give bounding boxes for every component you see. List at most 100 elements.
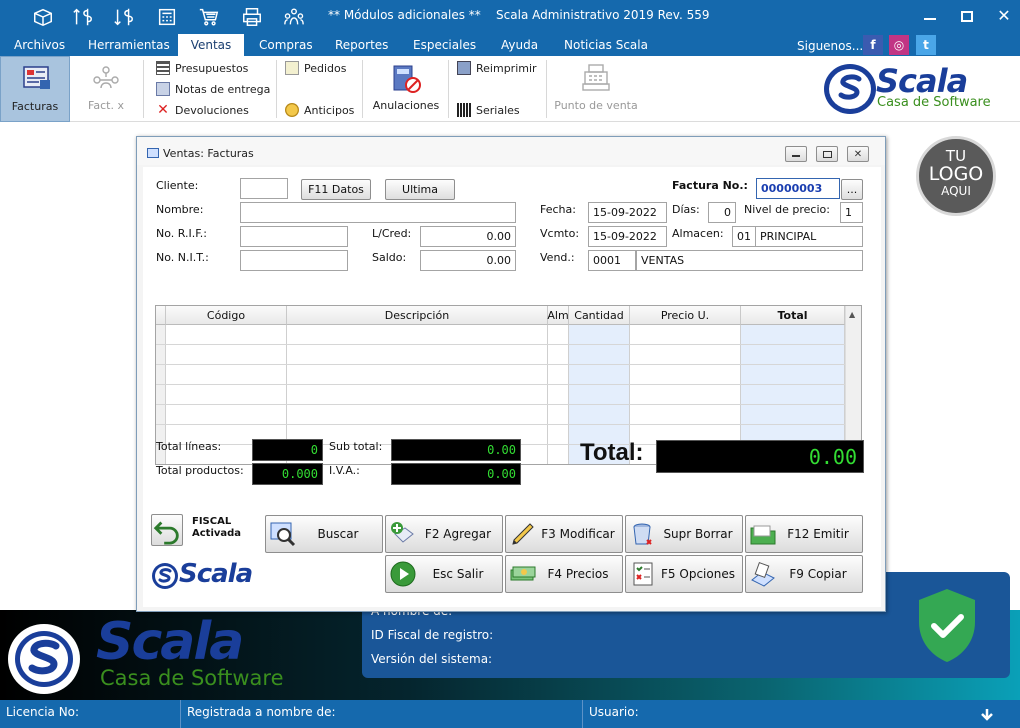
nivel-precio-input[interactable]: 1 — [840, 202, 863, 223]
printer-icon[interactable] — [239, 5, 265, 29]
dialog-body: Cliente: F11 Datos Ultima Factura No.: 0… — [143, 167, 881, 607]
lcred-input[interactable]: 0.00 — [420, 226, 516, 247]
emitir-button[interactable]: F12 Emitir — [745, 515, 863, 553]
menu-especiales[interactable]: Especiales — [413, 38, 476, 52]
factx-button[interactable]: Fact. x — [74, 56, 138, 122]
pedidos-button[interactable]: Pedidos — [285, 61, 347, 75]
order-icon — [285, 61, 299, 75]
users-icon[interactable] — [281, 5, 307, 29]
menu-archivos[interactable]: Archivos — [14, 38, 65, 52]
table-row[interactable] — [156, 345, 845, 365]
grid-header-precio[interactable]: Precio U. — [630, 306, 741, 325]
twitter-icon[interactable]: t — [916, 35, 936, 55]
punto-venta-button[interactable]: Punto de venta — [550, 56, 642, 122]
arrow-down-icon[interactable] — [980, 707, 994, 721]
cliente-input[interactable] — [240, 178, 288, 199]
menu-reportes[interactable]: Reportes — [335, 38, 388, 52]
devoluciones-button[interactable]: ✕ Devoluciones — [156, 103, 249, 117]
dialog-close-button[interactable]: ✕ — [847, 146, 869, 162]
scroll-up-icon[interactable]: ▲ — [849, 310, 855, 319]
subtotal-value: 0.00 — [391, 439, 521, 461]
menu-bar: Archivos Herramientas Ventas Compras Rep… — [0, 34, 1020, 56]
notas-entrega-button[interactable]: Notas de entrega — [156, 82, 270, 96]
fiscal-button[interactable] — [151, 514, 183, 546]
factura-number-input[interactable]: 00000003 — [756, 178, 840, 199]
box-icon[interactable] — [30, 5, 56, 29]
ultima-button[interactable]: Ultima — [385, 179, 455, 200]
precios-button[interactable]: F4 Precios — [505, 555, 623, 593]
borrar-button[interactable]: Supr Borrar — [625, 515, 743, 553]
dias-input[interactable]: 0 — [708, 202, 736, 223]
menu-ventas[interactable]: Ventas — [178, 34, 244, 56]
total-label: Total: — [580, 439, 644, 466]
reimprimir-button[interactable]: Reimprimir — [457, 61, 537, 75]
close-button[interactable]: ✕ — [992, 6, 1016, 26]
grid-header-codigo[interactable]: Código — [166, 306, 287, 325]
vcmto-input[interactable]: 15-09-2022 — [588, 226, 667, 247]
table-row[interactable] — [156, 405, 845, 425]
saldo-input[interactable]: 0.00 — [420, 250, 516, 271]
minimize-icon — [792, 155, 800, 157]
buscar-button[interactable]: Buscar — [265, 515, 383, 553]
modificar-button[interactable]: F3 Modificar — [505, 515, 623, 553]
copiar-button[interactable]: F9 Copiar — [745, 555, 863, 593]
vend-label: Vend.: — [540, 251, 575, 264]
modificar-label: F3 Modificar — [541, 527, 615, 541]
anticipos-button[interactable]: Anticipos — [285, 103, 354, 117]
nit-input[interactable] — [240, 250, 348, 271]
fecha-input[interactable]: 15-09-2022 — [588, 202, 667, 223]
menu-ayuda[interactable]: Ayuda — [501, 38, 538, 52]
status-separator — [582, 700, 583, 728]
anulaciones-label: Anulaciones — [372, 99, 440, 112]
presupuestos-button[interactable]: Presupuestos — [156, 61, 248, 75]
factura-browse-button[interactable]: ... — [841, 179, 863, 200]
instagram-icon[interactable]: ◎ — [889, 35, 909, 55]
fecha-label: Fecha: — [540, 203, 576, 216]
vend-name-input[interactable]: VENTAS — [636, 250, 863, 271]
cart-icon[interactable] — [196, 5, 222, 29]
facebook-icon[interactable]: f — [863, 35, 883, 55]
undo-arrow-icon — [153, 521, 179, 545]
maximize-button[interactable] — [955, 6, 979, 26]
menu-noticias[interactable]: Noticias Scala — [564, 38, 648, 52]
calculator-icon[interactable] — [154, 5, 180, 29]
nombre-input[interactable] — [240, 202, 516, 223]
dialog-title-bar[interactable]: Ventas: Facturas ✕ — [137, 137, 885, 165]
almacen-name-input[interactable]: PRINCIPAL — [755, 226, 863, 247]
dialog-title: Ventas: Facturas — [163, 147, 254, 160]
table-row[interactable] — [156, 365, 845, 385]
minimize-button[interactable] — [918, 6, 942, 26]
rif-input[interactable] — [240, 226, 348, 247]
ribbon-separator — [276, 60, 277, 118]
menu-herramientas[interactable]: Herramientas — [88, 38, 170, 52]
opciones-button[interactable]: F5 Opciones — [625, 555, 743, 593]
salir-button[interactable]: Esc Salir — [385, 555, 503, 593]
minimize-icon — [924, 18, 936, 20]
dialog-minimize-button[interactable] — [785, 146, 807, 162]
seriales-button[interactable]: Seriales — [457, 103, 520, 117]
grid-header-cantidad[interactable]: Cantidad — [569, 306, 630, 325]
borrar-label: Supr Borrar — [663, 527, 733, 541]
total-lineas-label: Total líneas: — [156, 440, 222, 453]
grid-header-descripcion[interactable]: Descripción — [287, 306, 548, 325]
table-row[interactable] — [156, 385, 845, 405]
agregar-button[interactable]: F2 Agregar — [385, 515, 503, 553]
vend-code-input[interactable]: 0001 — [588, 250, 636, 271]
usuario-label: Usuario: — [589, 705, 639, 719]
f11-datos-button[interactable]: F11 Datos — [301, 179, 371, 200]
barcode-icon — [457, 103, 471, 117]
menu-compras[interactable]: Compras — [259, 38, 313, 52]
dialog-restore-button[interactable] — [816, 146, 838, 162]
factx-label: Fact. x — [88, 99, 124, 112]
table-row[interactable] — [156, 325, 845, 345]
close-icon: ✕ — [853, 148, 863, 160]
emitir-label: F12 Emitir — [787, 527, 849, 541]
dollar-down-icon[interactable] — [111, 5, 137, 29]
dollar-up-icon[interactable] — [70, 5, 96, 29]
facturas-button[interactable]: Facturas — [0, 56, 70, 122]
grid-header-alm[interactable]: Alm — [547, 306, 569, 325]
grid-header-total[interactable]: Total — [741, 306, 845, 325]
almacen-code-input[interactable]: 01 — [732, 226, 756, 247]
anulaciones-button[interactable]: Anulaciones — [366, 56, 446, 122]
registrada-label: Registrada a nombre de: — [187, 705, 336, 719]
